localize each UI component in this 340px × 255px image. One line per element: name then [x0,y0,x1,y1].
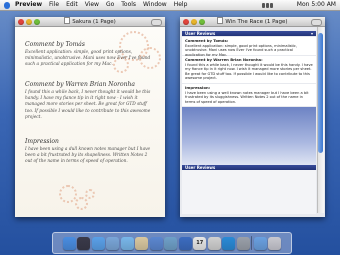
window-title: Win The Race (1 Page) [225,19,288,25]
dock: 17 [52,232,292,254]
window-titlebar[interactable]: Win The Race (1 Page) [180,17,325,27]
review-text: I have been using a well known notes man… [185,90,309,104]
comment-section: Comment by Tomás Excellent application: … [25,41,155,69]
review-text: I found this a while back, I never thoug… [185,62,313,81]
menu-tools[interactable]: Tools [121,0,136,10]
close-icon[interactable] [183,18,189,25]
review-section: Impression: I have been using a well kno… [182,84,316,106]
comment-body: I found this a while back, I never thoug… [25,90,151,120]
quicktime-icon[interactable] [222,236,236,250]
document-icon [217,17,224,24]
vertical-scrollbar[interactable] [317,27,324,213]
minimize-icon[interactable] [26,18,32,25]
menu-bar: Preview File Edit View Go Tools Window H… [0,0,340,11]
menu-clock[interactable]: Mon 5:00 AM [297,0,336,10]
dock-separator [251,236,253,250]
folder-icon[interactable] [253,236,267,250]
menu-help[interactable]: Help [174,0,188,10]
imovie-icon[interactable] [178,236,192,250]
dashboard-icon[interactable] [77,236,91,250]
sakura-flower-decoration [59,185,77,203]
page-footer-gradient [182,107,316,165]
section-header: User Reviews ▾ [182,31,316,36]
review-section: Comment by Warren Brian Noronha: I found… [182,56,316,83]
itunes-icon[interactable] [149,236,163,250]
mail-icon[interactable] [106,236,120,250]
ical-icon[interactable]: 17 [193,236,207,250]
ichat-icon[interactable] [120,236,134,250]
scrollbar-thumb[interactable] [318,33,323,153]
sakura-flower-decoration [85,189,95,199]
zoom-icon[interactable] [34,18,40,25]
status-icons[interactable] [262,2,276,8]
review-section: Comment by Tomás: Excellent application:… [182,37,316,57]
address-book-icon[interactable] [135,236,149,250]
document-page: User Reviews ▾ Comment by Tomás: Excelle… [180,27,325,217]
toolbar-toggle-button[interactable] [311,19,322,26]
ical-day: 17 [196,239,204,246]
window-controls [18,18,42,25]
menu-view[interactable]: View [85,0,99,10]
menu-go[interactable]: Go [106,0,114,10]
close-icon[interactable] [18,18,24,25]
document-page: Comment by Tomás Excellent application: … [15,27,165,217]
iphoto-icon[interactable] [164,236,178,250]
menu-app-name[interactable]: Preview [15,0,42,10]
comment-heading: Comment by Tomás [25,41,85,48]
minimize-icon[interactable] [191,18,197,25]
preview-icon[interactable] [207,236,221,250]
comment-heading: Comment by Warren Brian Noronha [25,81,135,88]
sakura-flower-decoration [75,197,88,210]
window-titlebar[interactable]: Sakura (1 Page) [15,17,165,27]
system-preferences-icon[interactable] [236,236,250,250]
finder-icon[interactable] [62,236,76,250]
comment-body: I have been using a dull known notes man… [25,147,151,165]
menu-window[interactable]: Window [143,0,167,10]
window-title: Sakura (1 Page) [72,19,116,25]
toolbar-toggle-button[interactable] [151,19,162,26]
preview-window-win-the-race: Win The Race (1 Page) User Reviews ▾ Com… [180,17,325,217]
zoom-icon[interactable] [199,18,205,25]
menu-edit[interactable]: Edit [66,0,78,10]
section-header-label: User Reviews [185,31,216,36]
preview-window-sakura: Sakura (1 Page) Comment by Tomás Excelle… [15,17,165,217]
window-controls [183,18,207,25]
apple-menu-icon[interactable] [4,1,10,9]
comment-heading: Impression [25,138,59,145]
comment-section: Impression I have been using a dull know… [25,138,155,166]
comment-body: Excellent application: simple, good prin… [25,50,151,68]
chevron-down-icon: ▾ [310,31,313,36]
safari-icon[interactable] [91,236,105,250]
menu-file[interactable]: File [49,0,59,10]
empty-section [182,170,316,214]
document-icon [64,17,71,24]
trash-icon[interactable] [268,236,282,250]
comment-section: Comment by Warren Brian Noronha I found … [25,81,155,121]
